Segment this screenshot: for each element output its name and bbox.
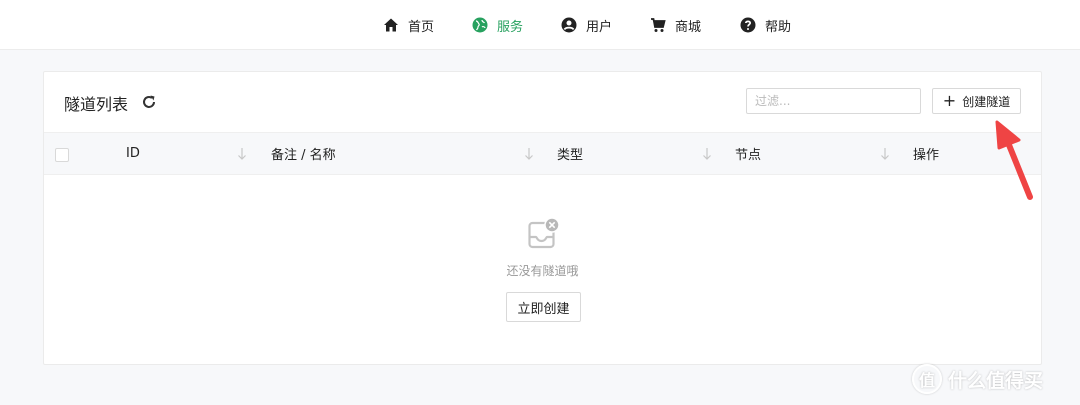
nav-item-label: 帮助 [765,19,792,35]
filter-input[interactable] [746,88,921,114]
create-tunnel-label: 创建隧道 [962,94,1011,109]
top-navigation: 首页 服务 用户 商城 帮助 [0,0,1080,50]
create-now-button[interactable]: 立即创建 [506,292,581,322]
nav-item-label: 首页 [408,19,435,35]
column-header-id: ID [126,146,140,161]
table-header: ID 备注 / 名称 类型 节点 操作 [44,132,1041,175]
nav-item-user[interactable]: 用户 [561,0,612,50]
nav-item-shop[interactable]: 商城 [650,0,701,50]
nav-item-home[interactable]: 首页 [383,0,434,50]
page-title: 隧道列表 [64,95,129,114]
column-header-actions: 操作 [913,148,940,163]
column-header-type: 类型 [557,148,584,163]
cart-icon [651,18,666,32]
create-tunnel-button[interactable]: + 创建隧道 [932,88,1021,114]
user-icon [561,17,577,33]
select-all-checkbox[interactable] [55,148,69,162]
plus-icon: + [942,90,957,110]
help-icon [740,17,756,33]
annotation-arrow-icon [995,120,1033,200]
home-icon [384,18,398,32]
nav-item-label: 商城 [675,19,702,35]
nav-item-help[interactable]: 帮助 [740,0,791,50]
sort-arrow-icon[interactable] [702,146,712,162]
sort-arrow-icon[interactable] [237,146,247,162]
column-header-name: 备注 / 名称 [271,148,336,163]
sort-arrow-icon[interactable] [880,146,890,162]
globe-icon [472,17,488,33]
refresh-icon[interactable] [141,94,157,110]
column-header-node: 节点 [735,148,762,163]
sort-arrow-icon[interactable] [524,146,534,162]
watermark-logo: 值 [912,364,942,394]
tunnel-list-card: 隧道列表 + 创建隧道 ID 备注 / 名称 类型 节点 操作 还没有隧道哦 立… [43,71,1042,365]
watermark-text: 什么值得买 [948,369,1044,392]
empty-inbox-icon [528,217,560,249]
nav-item-service[interactable]: 服务 [472,0,523,50]
nav-item-label: 服务 [497,19,524,35]
watermark: 值 什么值得买 [912,362,1043,396]
nav-item-label: 用户 [586,19,613,35]
empty-message: 还没有隧道哦 [506,264,579,278]
